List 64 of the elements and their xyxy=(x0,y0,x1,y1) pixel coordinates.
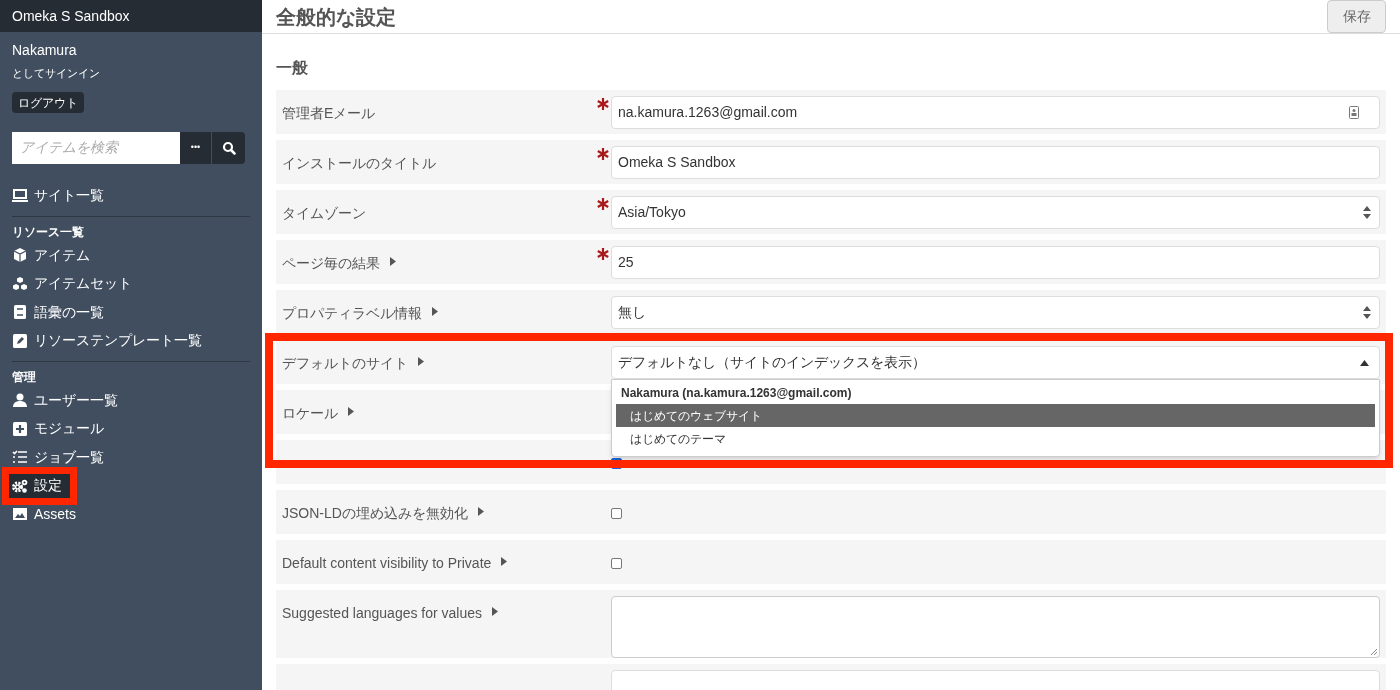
search-options-button[interactable]: ••• xyxy=(180,131,212,164)
resize-handle-icon[interactable] xyxy=(1370,648,1377,655)
pencil-icon xyxy=(12,332,28,349)
contact-card-icon xyxy=(1349,106,1359,119)
text-field[interactable]: Omeka S Sandbox xyxy=(611,146,1380,179)
option-group-label: Nakamura (na.kamura.1263@gmail.com) xyxy=(620,385,853,402)
select-field[interactable]: デフォルトなし（サイトのインデックスを表示） xyxy=(611,346,1380,379)
select-field[interactable]: Asia/Tokyo xyxy=(611,196,1380,229)
section-heading: 一般 xyxy=(276,58,309,78)
search-button[interactable] xyxy=(212,131,245,164)
caret-icon[interactable] xyxy=(477,507,484,516)
select-arrows-icon xyxy=(1363,306,1371,319)
field-label: タイムゾーン xyxy=(282,204,366,223)
book-icon xyxy=(12,304,28,321)
nav-link[interactable]: アイテム xyxy=(12,244,90,266)
dropdown-option[interactable]: はじめてのテーマ xyxy=(616,427,1375,450)
nav-link[interactable]: モジュール xyxy=(12,418,104,440)
nav-link[interactable]: サイト一覧 xyxy=(12,185,104,207)
gears-icon xyxy=(12,477,28,494)
caret-icon[interactable] xyxy=(501,557,508,566)
laptop-icon xyxy=(12,187,28,204)
image-icon xyxy=(12,506,28,523)
caret-up-icon xyxy=(1360,359,1369,366)
nav-link[interactable]: 語彙の一覧 xyxy=(12,301,104,323)
caret-icon[interactable] xyxy=(492,607,499,616)
list-icon xyxy=(12,449,28,466)
checkbox[interactable] xyxy=(611,508,622,519)
cube-icon xyxy=(12,247,28,264)
signed-in-text: としてサインイン xyxy=(12,66,101,81)
caret-icon[interactable] xyxy=(418,357,424,366)
page-title: 全般的な設定 xyxy=(276,4,396,30)
field-label: Suggested languages for values xyxy=(282,604,483,623)
logout-button[interactable]: ログアウト xyxy=(12,92,84,113)
user-icon xyxy=(12,392,28,409)
nav-heading: リソース一覧 xyxy=(12,224,85,241)
field-label: 管理者Eメール xyxy=(282,104,376,123)
checkbox[interactable] xyxy=(611,558,622,569)
nav-link[interactable]: リソーステンプレート一覧 xyxy=(12,330,202,352)
text-field[interactable]: na.kamura.1263@gmail.com xyxy=(611,96,1380,129)
text-field[interactable]: 25 xyxy=(611,246,1380,279)
field-label: ロケール xyxy=(282,404,338,423)
save-button[interactable]: 保存 xyxy=(1327,0,1386,33)
plus-icon xyxy=(12,420,28,437)
user-name: Nakamura xyxy=(12,41,78,60)
caret-icon[interactable] xyxy=(348,407,354,416)
nav-link[interactable]: Assets xyxy=(12,503,76,525)
select-arrows-icon xyxy=(1363,206,1371,219)
caret-icon[interactable] xyxy=(390,257,396,266)
cubes-icon xyxy=(12,275,28,292)
search-icon xyxy=(221,140,236,155)
caret-icon[interactable] xyxy=(432,307,438,316)
field-label: インストールのタイトル xyxy=(282,154,436,173)
nav-link[interactable]: アイテムセット xyxy=(12,273,132,295)
nav-link[interactable]: ジョブ一覧 xyxy=(12,446,104,468)
search-field[interactable]: アイテムを検索 xyxy=(12,131,180,164)
nav-heading: 管理 xyxy=(12,369,37,386)
field-label: JSON-LDの埋め込みを無効化 xyxy=(282,504,468,523)
field-label: デフォルトのサイト xyxy=(282,354,408,373)
nav-link[interactable]: ユーザー一覧 xyxy=(12,389,118,411)
dropdown-option[interactable]: はじめてのウェブサイト xyxy=(616,404,1375,427)
select-field[interactable]: 無し xyxy=(611,296,1380,329)
field-label: ページ毎の結果 xyxy=(282,254,380,273)
field-label: プロパティラベル情報 xyxy=(282,304,422,323)
field-label: Default content visibility to Private xyxy=(282,554,492,573)
